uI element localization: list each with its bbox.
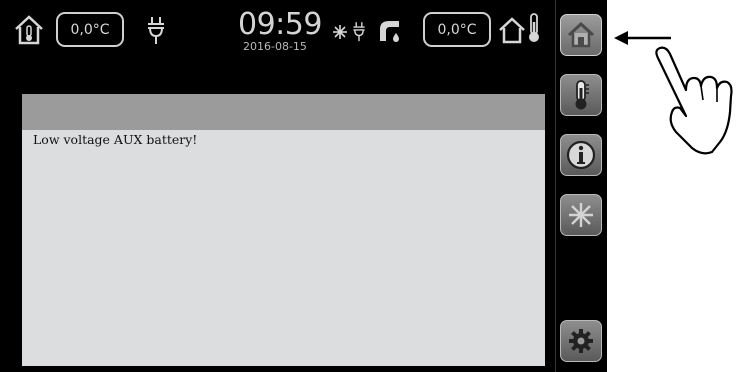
plug-icon bbox=[148, 17, 164, 44]
home-outline-icon bbox=[499, 17, 525, 44]
info-icon bbox=[566, 140, 596, 170]
snowflake-icon bbox=[333, 25, 347, 39]
faucet-icon bbox=[380, 21, 399, 42]
message-panel-header bbox=[22, 94, 545, 130]
info-button[interactable] bbox=[560, 134, 602, 176]
clock-time: 09:59 bbox=[238, 7, 322, 42]
status-bar: 0,0°C 09:59 2016-08-15 0,0°C bbox=[0, 0, 555, 66]
cooling-button[interactable] bbox=[560, 194, 602, 236]
display-screen: 0,0°C 09:59 2016-08-15 0,0°C Low voltage… bbox=[0, 0, 555, 372]
alarm-message: Low voltage AUX battery! bbox=[33, 132, 198, 147]
gear-icon bbox=[569, 329, 593, 353]
home-icon bbox=[567, 22, 595, 48]
pointing-hand-icon bbox=[655, 46, 733, 155]
home-thermometer-icon bbox=[15, 15, 43, 45]
indoor-temp-display: 0,0°C bbox=[56, 12, 124, 47]
message-panel: Low voltage AUX battery! bbox=[22, 94, 545, 366]
home-button[interactable] bbox=[560, 14, 602, 56]
clock-date: 2016-08-15 bbox=[243, 40, 307, 53]
thermometer-icon bbox=[529, 13, 539, 42]
outdoor-temp-display: 0,0°C bbox=[423, 12, 491, 47]
side-menu bbox=[555, 0, 607, 372]
plug-icon bbox=[353, 22, 365, 42]
temperature-button[interactable] bbox=[560, 74, 602, 116]
settings-button[interactable] bbox=[560, 320, 602, 362]
thermometer-icon bbox=[575, 80, 589, 110]
snowflake-icon bbox=[569, 203, 593, 227]
